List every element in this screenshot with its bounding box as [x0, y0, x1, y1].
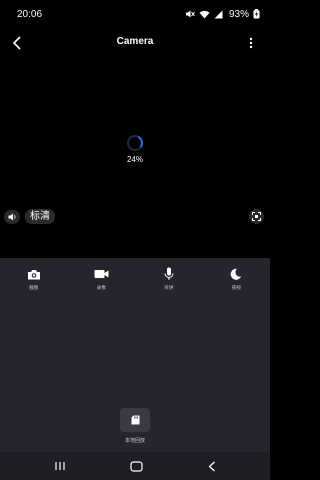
loading-spinner-icon — [127, 135, 143, 151]
mute-icon — [185, 9, 195, 19]
microphone-icon — [159, 266, 179, 282]
sd-card-icon — [131, 415, 139, 425]
record-label: 录像 — [96, 285, 106, 290]
fullscreen-button[interactable] — [249, 209, 264, 224]
quality-button[interactable]: 标清 — [25, 209, 55, 224]
system-nav-bar — [0, 452, 270, 480]
battery-icon — [253, 9, 260, 19]
playback-icon-box — [120, 408, 150, 432]
more-vertical-icon — [249, 37, 253, 49]
video-player[interactable]: 24% 标清 — [0, 58, 270, 258]
moon-icon — [226, 266, 246, 282]
status-time: 20:06 — [17, 8, 43, 20]
home-button[interactable] — [128, 458, 144, 474]
night-vision-label: 夜视 — [231, 285, 241, 290]
app-header: Camera — [0, 28, 270, 58]
snapshot-button[interactable]: 截图 — [0, 266, 68, 291]
volume-icon — [8, 213, 15, 221]
recents-icon — [55, 462, 65, 470]
fullscreen-icon — [252, 212, 261, 221]
recents-button[interactable] — [52, 458, 68, 474]
volume-button[interactable] — [4, 210, 20, 224]
local-playback-label: 本地回放 — [124, 438, 145, 444]
video-camera-icon — [91, 266, 111, 282]
snapshot-label: 截图 — [29, 285, 39, 290]
status-bar: 20:06 93% — [0, 0, 270, 28]
battery-percent: 93% — [228, 8, 249, 20]
record-button[interactable]: 录像 — [68, 266, 136, 291]
talk-button[interactable]: 对讲 — [135, 266, 203, 291]
back-icon — [208, 461, 215, 471]
controls-row: 截图 录像 对讲 夜视 — [0, 266, 270, 291]
page-title: Camera — [116, 36, 154, 47]
loading-progress: 24% — [126, 155, 143, 164]
wifi-icon — [199, 10, 210, 19]
nav-back-button[interactable] — [204, 458, 220, 474]
signal-icon — [214, 10, 223, 19]
camera-screen: 20:06 93% Camera 24% 标清 截图 录像 对讲 夜视 本地回放 — [0, 0, 270, 480]
night-vision-button[interactable]: 夜视 — [203, 266, 271, 291]
status-icons: 93% — [185, 9, 260, 20]
local-playback-button[interactable]: 本地回放 — [105, 408, 165, 444]
more-options-button[interactable] — [246, 34, 256, 52]
control-panel: 截图 录像 对讲 夜视 本地回放 — [0, 258, 270, 452]
home-icon — [129, 460, 143, 472]
talk-label: 对讲 — [164, 285, 174, 290]
camera-icon — [24, 266, 44, 282]
